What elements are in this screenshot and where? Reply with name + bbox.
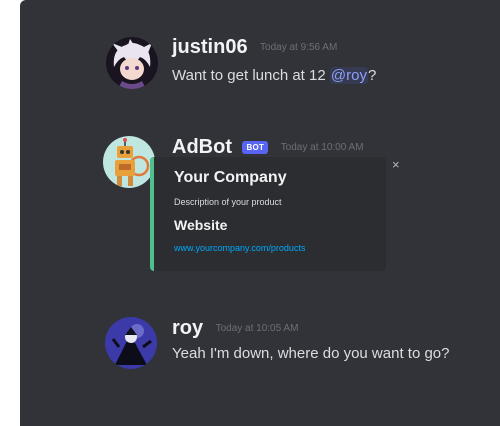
embed-link[interactable]: www.yourcompany.com/products xyxy=(174,243,305,253)
avatar-roy[interactable] xyxy=(105,317,157,369)
message-text: Want to get lunch at 12 @roy? xyxy=(172,67,376,84)
embed-title: Your Company xyxy=(174,169,287,186)
user-mention[interactable]: @roy xyxy=(329,67,368,84)
timestamp: Today at 10:00 AM xyxy=(280,142,364,153)
embed-accent-bar xyxy=(150,157,154,271)
username[interactable]: justin06 xyxy=(172,36,248,58)
avatar-justin06[interactable] xyxy=(106,37,158,89)
message-header: AdBot BOT Today at 10:00 AM xyxy=(172,136,364,159)
message-text-part: ? xyxy=(367,67,377,84)
message-embed: Your Company Description of your product… xyxy=(150,157,386,271)
avatar-adbot[interactable] xyxy=(103,136,155,188)
username[interactable]: roy xyxy=(172,317,203,339)
character-avatar-icon xyxy=(105,317,157,369)
embed-description: Description of your product xyxy=(174,197,282,207)
message-text-part: Want to get lunch at 12 xyxy=(172,67,330,84)
timestamp: Today at 10:05 AM xyxy=(215,323,299,334)
message-header: justin06 Today at 9:56 AM xyxy=(172,36,337,59)
timestamp: Today at 9:56 AM xyxy=(260,42,338,53)
close-icon[interactable]: × xyxy=(392,158,400,171)
bot-badge: BOT xyxy=(242,141,269,154)
anime-avatar-icon xyxy=(106,37,158,89)
embed-field-title: Website xyxy=(174,217,228,233)
username[interactable]: AdBot xyxy=(172,136,232,158)
message-text: Yeah I'm down, where do you want to go? xyxy=(172,345,450,362)
message-header: roy Today at 10:05 AM xyxy=(172,317,298,340)
robot-avatar-icon xyxy=(103,136,155,188)
